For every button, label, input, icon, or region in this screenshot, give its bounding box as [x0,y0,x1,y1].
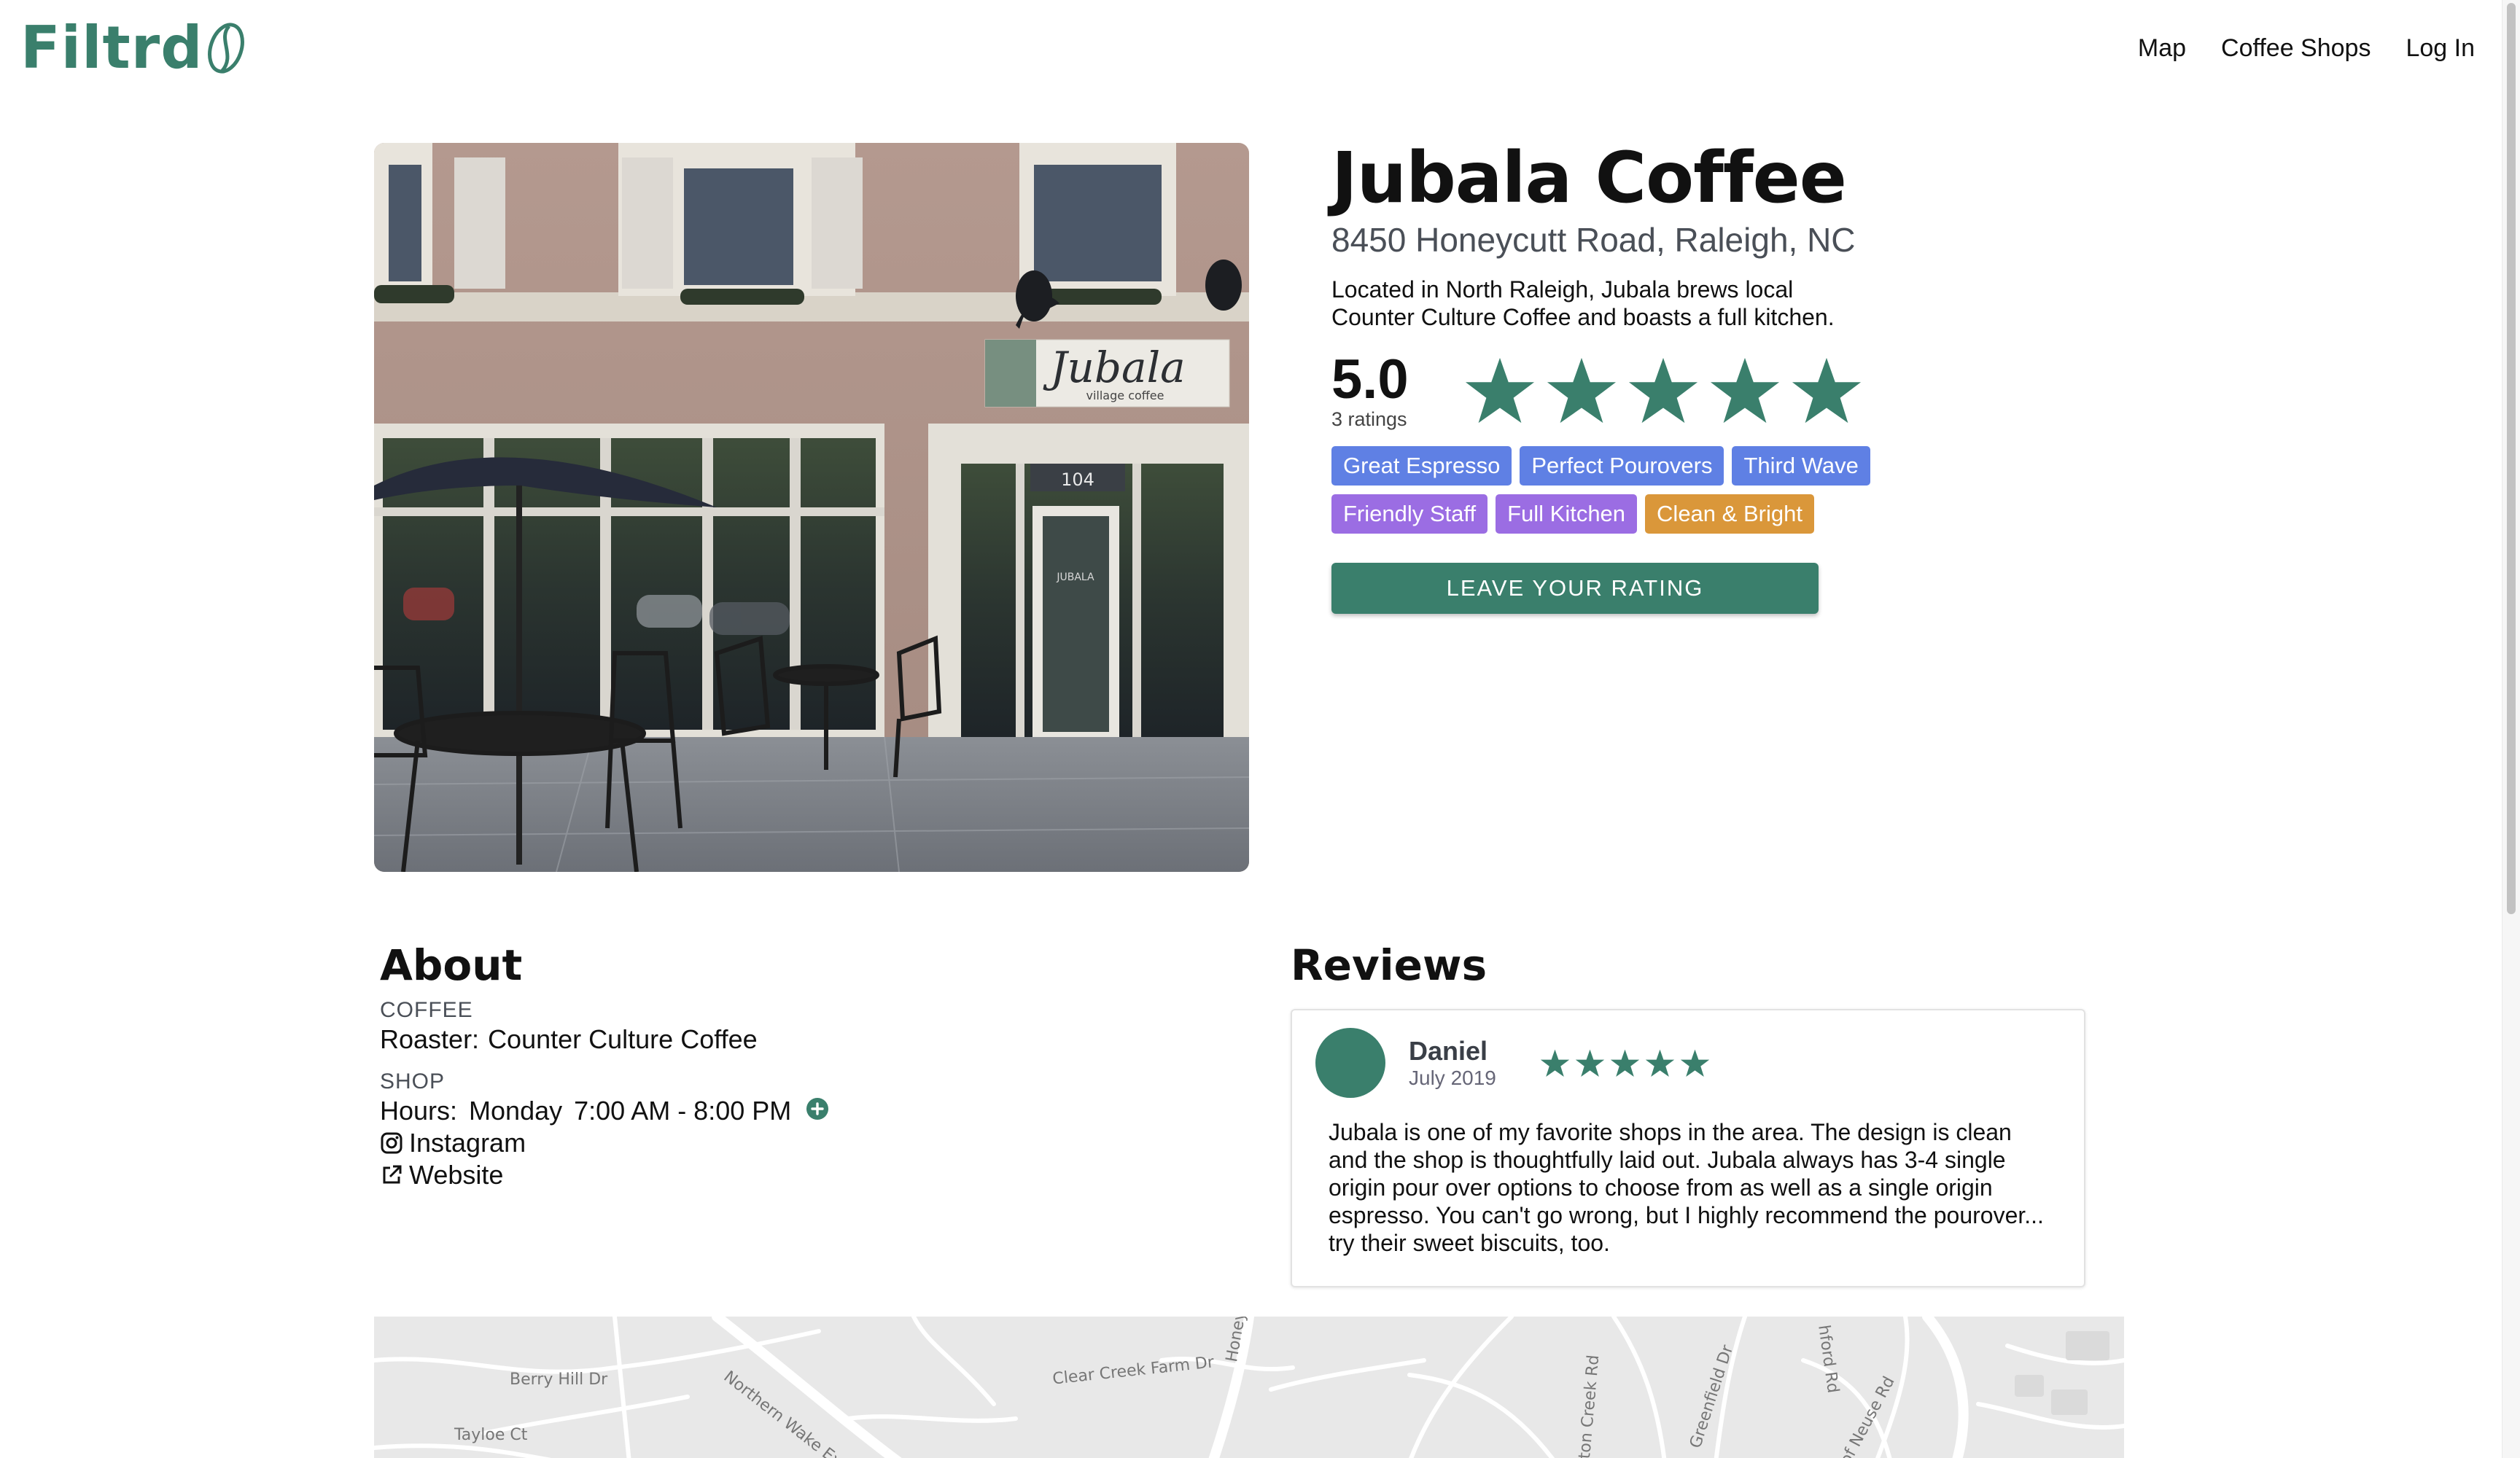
instagram-icon [381,1132,402,1154]
door-number: 104 [1061,469,1094,490]
shop-name: Jubala Coffee [1331,137,1847,219]
coffee-bean-icon [208,23,245,74]
review-date: July 2019 [1409,1067,1496,1089]
roaster-line: Roaster: Counter Culture Coffee [380,1024,1182,1056]
website-label: Website [409,1160,504,1190]
reviewer-avatar [1315,1028,1385,1098]
door-sign: JUBALA [1056,572,1094,583]
rating-star-icon [1628,357,1698,424]
storefront-sign: Jubala [1043,343,1185,392]
rating-star-icon [1792,357,1862,424]
map-label-berry-hill: Berry Hill Dr [510,1371,608,1389]
rating-stars [1464,355,1862,426]
reviewer-info: Daniel July 2019 [1409,1036,1540,1090]
about-section: About COFFEE Roaster: Counter Culture Co… [380,936,1182,1191]
rating-summary: 5.0 3 ratings [1331,351,2061,430]
tag-list: Great Espresso Perfect Pourovers Third W… [1331,446,1973,534]
tag-friendly-staff[interactable]: Friendly Staff [1331,494,1488,534]
instagram-link[interactable]: Instagram [380,1127,1182,1159]
review-card: Daniel July 2019 Jubala is one of my fav… [1291,1009,2085,1287]
instagram-label: Instagram [409,1128,526,1158]
tag-great-espresso[interactable]: Great Espresso [1331,446,1512,486]
shop-info: Jubala Coffee 8450 Honeycutt Road, Ralei… [1331,136,2061,614]
tag-clean-bright[interactable]: Clean & Bright [1645,494,1814,534]
map-label-tayloe: Tayloe Ct [454,1426,528,1444]
review-star-icon [1540,1049,1570,1077]
rating-star-icon [1547,357,1617,424]
top-nav: Map Coffee Shops Log In [2138,31,2475,66]
shop-address: 8450 Honeycutt Road, Raleigh, NC [1331,221,1856,259]
scrollbar-thumb[interactable] [2507,3,2516,914]
website-link[interactable]: Website [380,1159,1182,1191]
shop-label: SHOP [380,1069,446,1094]
shop-photo: Jubala village coffee 104 JUBALA [374,143,1249,872]
review-star-icon [1610,1049,1640,1077]
map-view[interactable]: Berry Hill Dr Tayloe Ct Northern Wake Ex… [374,1317,2124,1458]
rating-count: 3 ratings [1331,408,1407,430]
nav-log-in[interactable]: Log In [2406,31,2475,66]
expand-hours-plus-icon[interactable] [806,1097,829,1120]
hours-line: Hours: Monday 7:00 AM - 8:00 PM [380,1095,1182,1127]
rating-value: 5.0 [1331,348,1409,410]
roaster-value: Counter Culture Coffee [488,1024,758,1054]
storefront-sign-sub: village coffee [1086,389,1164,402]
leave-rating-button[interactable]: LEAVE YOUR RATING [1331,563,1819,614]
nav-map[interactable]: Map [2138,31,2186,66]
hours-label: Hours: [380,1096,458,1126]
tag-perfect-pourovers[interactable]: Perfect Pourovers [1520,446,1724,486]
shop-description: Located in North Raleigh, Jubala brews l… [1331,276,1835,330]
tag-third-wave[interactable]: Third Wave [1732,446,1870,486]
hours-day: Monday [469,1096,563,1126]
review-star-icon [1680,1049,1710,1077]
review-star-icon [1645,1049,1675,1077]
roaster-label: Roaster: [380,1024,480,1054]
rating-star-icon [1710,357,1780,424]
page-scrollbar[interactable] [2502,0,2520,1458]
tag-full-kitchen[interactable]: Full Kitchen [1496,494,1638,534]
reviews-title: Reviews [1291,940,1488,990]
brand-logo[interactable]: Filtrd [20,15,245,82]
rating-star-icon [1465,357,1535,424]
brand-name: Filtrd [20,14,203,82]
reviewer-name: Daniel [1409,1036,1488,1066]
storefront-illustration: Jubala village coffee 104 JUBALA [374,143,1249,872]
app-root: Filtrd Map Coffee Shops Log In Jubala vi… [0,0,2502,1458]
reviews-section: Reviews Daniel July 2019 Jubala is one o… [1291,936,2085,1287]
about-title: About [380,940,523,990]
hours-time: 7:00 AM - 8:00 PM [574,1096,792,1126]
review-text: Jubala is one of my favorite shops in th… [1329,1119,2044,1256]
external-link-icon [383,1165,402,1184]
rating-block: 5.0 3 ratings [1331,348,1448,431]
review-star-icon [1575,1049,1605,1077]
review-stars [1540,1048,1710,1078]
review-header: Daniel July 2019 [1315,1028,2052,1098]
coffee-label: COFFEE [380,998,473,1022]
nav-coffee-shops[interactable]: Coffee Shops [2221,31,2371,66]
